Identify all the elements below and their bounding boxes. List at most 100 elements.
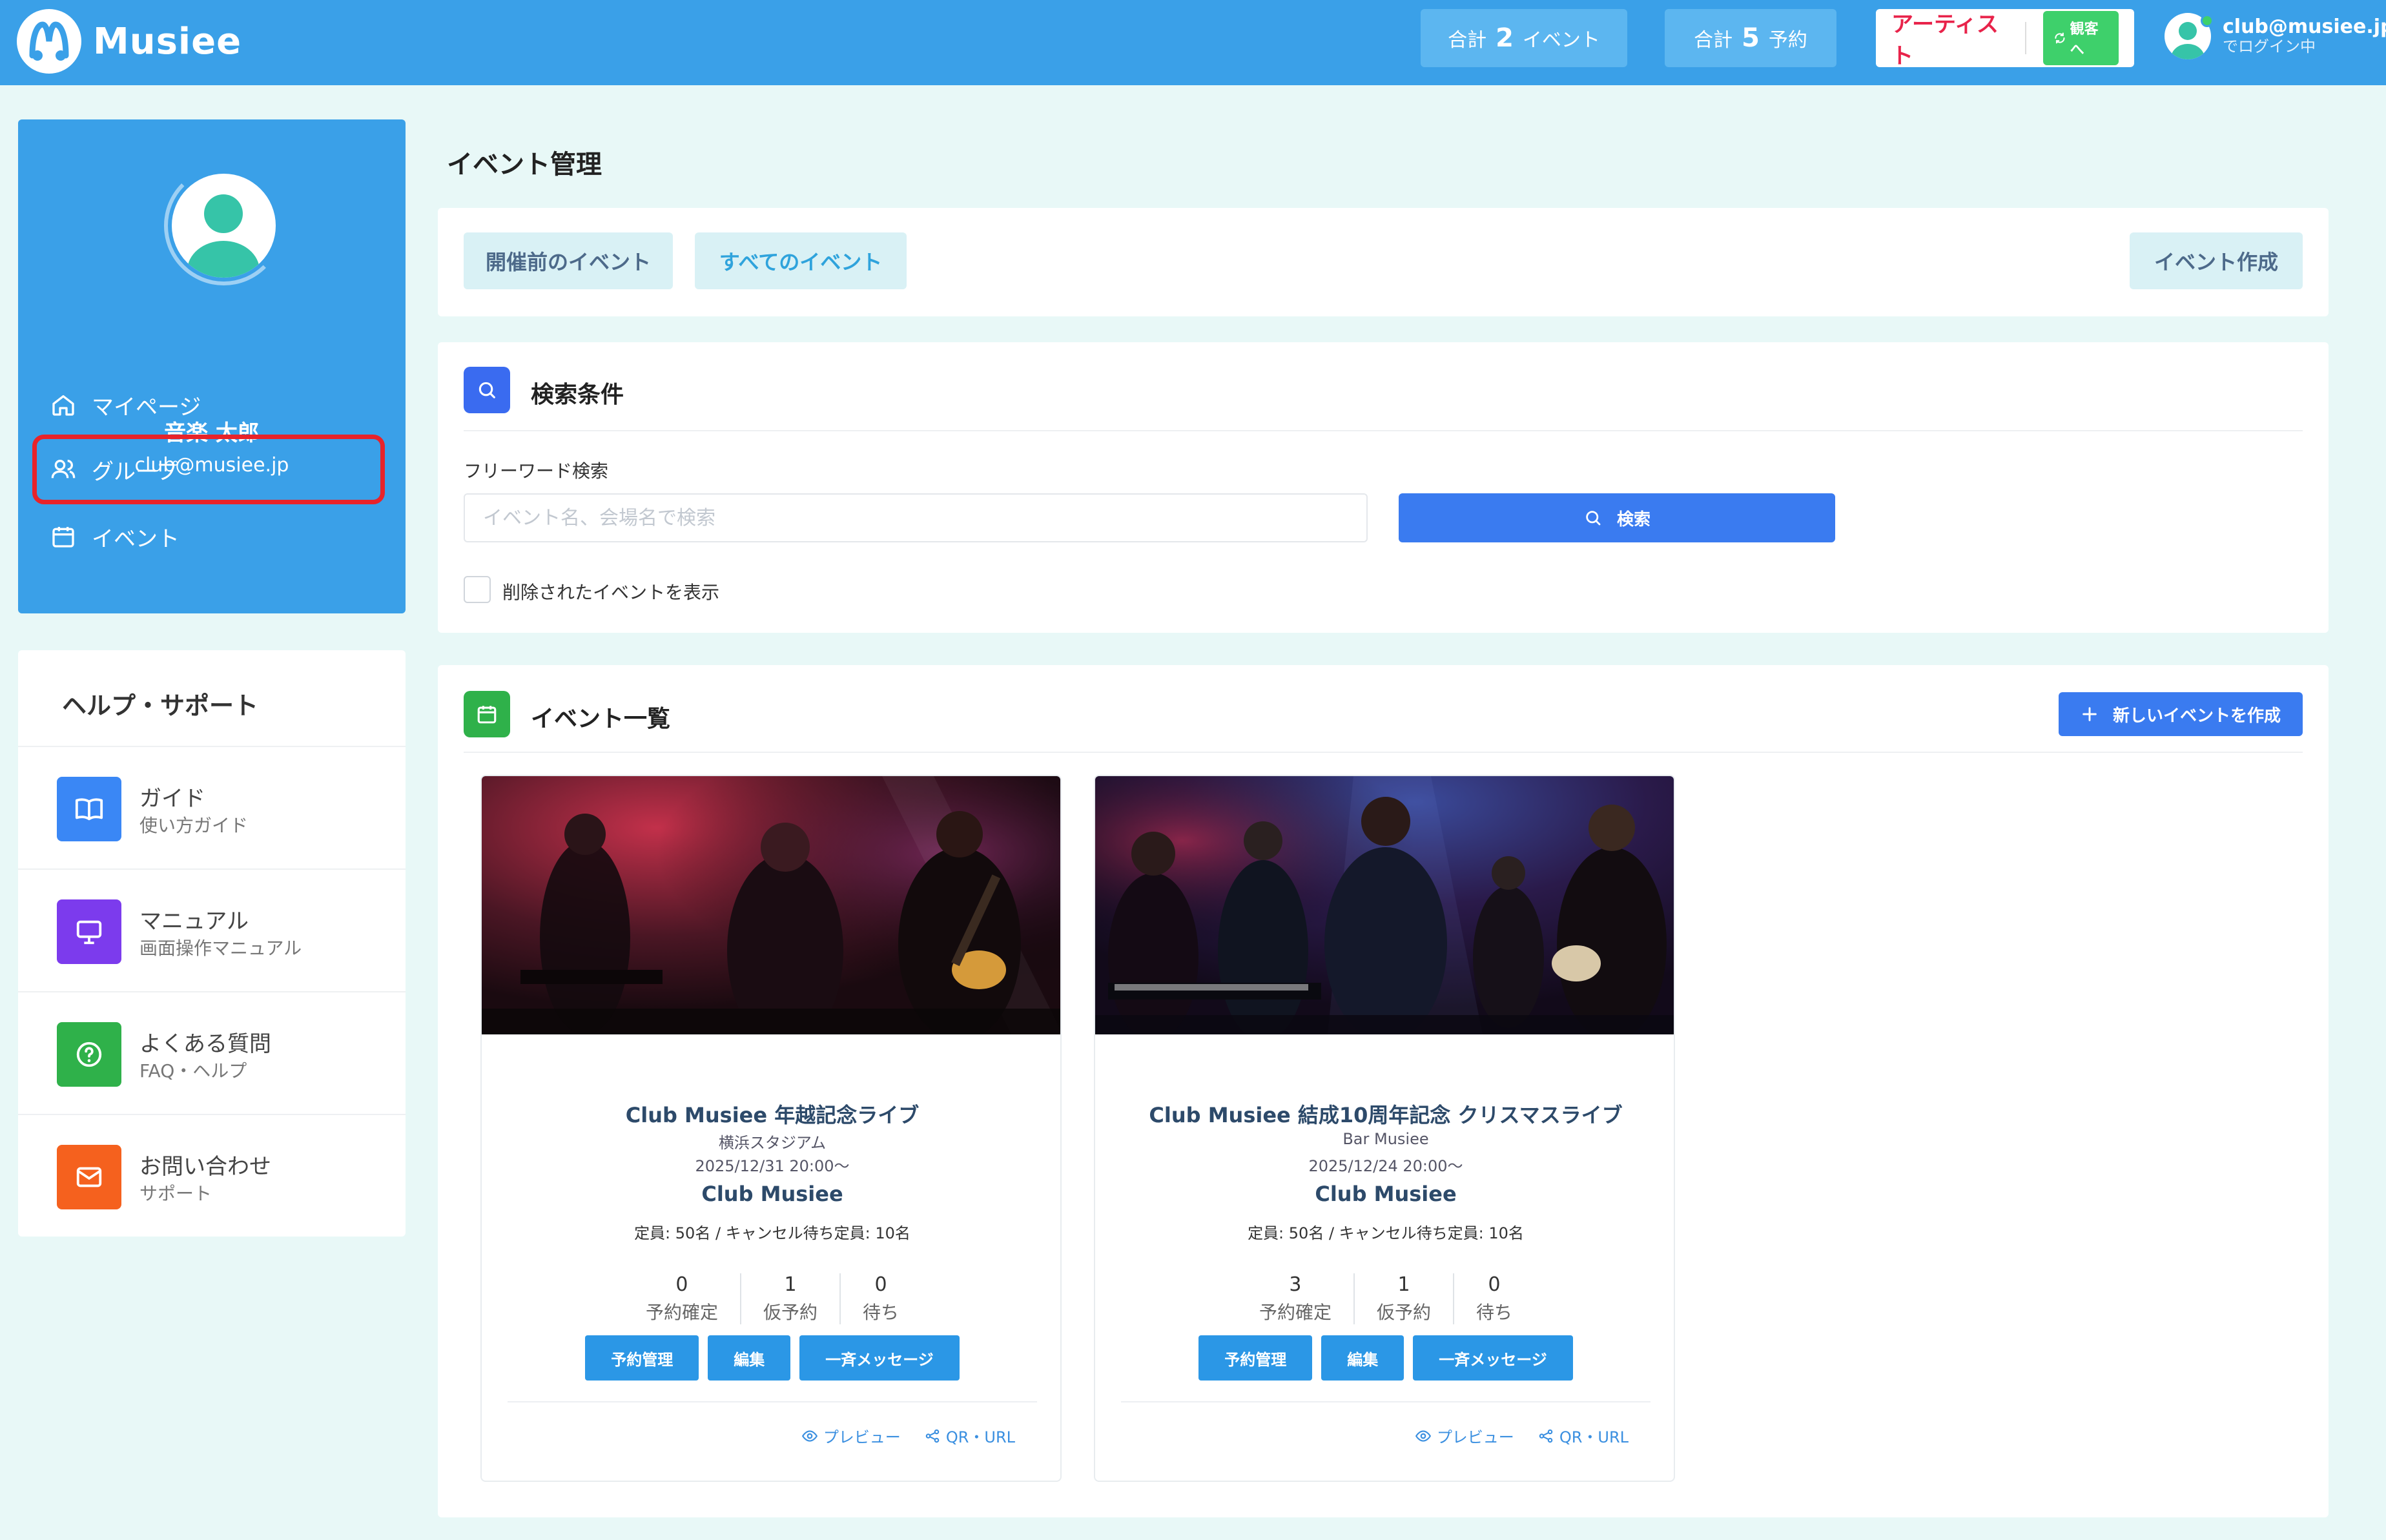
preview-link[interactable]: プレビュー xyxy=(801,1424,901,1447)
refresh-icon xyxy=(2055,32,2065,44)
help-label: よくある質問 xyxy=(139,1031,271,1057)
event-date: 2025/12/24 20:00〜 xyxy=(1308,1157,1463,1175)
section-divider xyxy=(464,430,2303,431)
help-sublabel: FAQ・ヘルプ xyxy=(139,1060,247,1082)
profile-avatar-icon xyxy=(172,174,276,278)
profile-avatar xyxy=(164,166,283,285)
event-links: プレビュー QR・URL xyxy=(1415,1424,1629,1447)
stat-label: 仮予約 xyxy=(763,1302,818,1323)
user-email: club@musiee.jp xyxy=(2223,15,2386,38)
stat-value: 5 xyxy=(1742,23,1760,53)
event-organizer: Club Musiee xyxy=(1315,1182,1457,1206)
stat-value: 0 xyxy=(675,1273,688,1296)
login-status: でログイン中 xyxy=(2223,37,2316,56)
stat-prefix: 合計 xyxy=(1448,29,1487,52)
event-capacity: 定員: 50名 / キャンセル待ち定員: 10名 xyxy=(1248,1224,1524,1242)
show-deleted-checkbox[interactable] xyxy=(464,576,491,603)
edit-button[interactable]: 編集 xyxy=(1321,1335,1404,1381)
nav-item-group[interactable]: グループ xyxy=(32,435,385,504)
event-photo-band xyxy=(1095,776,1674,1034)
new-event-label: 新しいイベントを作成 xyxy=(2112,706,2281,726)
stat-confirmed: 0 予約確定 xyxy=(624,1273,740,1324)
help-support-card: ヘルプ・サポート ガイド 使い方ガイド マニュアル 画面操作マニュアル よくある… xyxy=(18,650,406,1237)
stat-label: 予約確定 xyxy=(1259,1302,1332,1323)
stat-value: 1 xyxy=(784,1273,797,1296)
freeword-label: フリーワード検索 xyxy=(464,460,609,482)
stat-waiting: 0 待ち xyxy=(839,1273,921,1324)
eye-icon xyxy=(1415,1430,1431,1442)
stat-confirmed: 3 予約確定 xyxy=(1237,1273,1353,1324)
help-label: マニュアル xyxy=(139,909,249,934)
reservation-manage-button[interactable]: 予約管理 xyxy=(585,1335,699,1381)
nav-label: イベント xyxy=(92,526,180,552)
nav-item-mypage[interactable]: マイページ xyxy=(32,370,385,440)
qr-url-link[interactable]: QR・URL xyxy=(924,1424,1015,1447)
total-reservations-stat: 合計 5 予約 xyxy=(1665,9,1836,67)
tab-all-events[interactable]: すべてのイベント xyxy=(695,232,907,289)
stat-value: 3 xyxy=(1289,1273,1302,1296)
event-actions: 予約管理 編集 一斉メッセージ xyxy=(1095,1335,1674,1381)
profile-card: 音楽 太郎 club@musiee.jp マイページ グループ イベント xyxy=(18,119,406,613)
nav-label: マイページ xyxy=(92,394,201,420)
user-menu[interactable]: club@musiee.jp でログイン中 xyxy=(2165,13,2386,59)
book-icon xyxy=(57,777,121,841)
role-divider xyxy=(2025,22,2026,54)
event-capacity: 定員: 50名 / キャンセル待ち定員: 10名 xyxy=(634,1224,910,1242)
tab-upcoming-events[interactable]: 開催前のイベント xyxy=(464,232,673,289)
plus-icon xyxy=(2083,707,2097,721)
search-button[interactable]: 検索 xyxy=(1399,493,1835,542)
preview-link[interactable]: プレビュー xyxy=(1415,1424,1514,1447)
event-actions: 予約管理 編集 一斉メッセージ xyxy=(482,1335,1060,1381)
stat-waiting: 0 待ち xyxy=(1453,1273,1534,1324)
qr-url-label: QR・URL xyxy=(945,1428,1015,1446)
qr-url-link[interactable]: QR・URL xyxy=(1538,1424,1629,1447)
share-icon xyxy=(925,1429,940,1442)
calendar-icon xyxy=(464,691,510,737)
stat-provisional: 1 仮予約 xyxy=(1353,1273,1453,1324)
event-list-title: イベント一覧 xyxy=(531,706,671,732)
nav-label: グループ xyxy=(92,458,178,485)
help-item-guide[interactable]: ガイド 使い方ガイド xyxy=(18,746,406,868)
event-title: Club Musiee 結成10周年記念 クリスマスライブ xyxy=(1149,1103,1623,1127)
nav-item-event[interactable]: イベント xyxy=(32,502,385,571)
total-events-stat: 合計 2 イベント xyxy=(1421,9,1627,67)
stat-label: 仮予約 xyxy=(1376,1302,1431,1323)
help-sublabel: サポート xyxy=(139,1183,212,1204)
help-label: お問い合わせ xyxy=(139,1154,271,1180)
freeword-search-input[interactable] xyxy=(464,493,1368,542)
event-list-panel: イベント一覧 新しいイベントを作成 Club Musiee 年越記念ライブ 横浜… xyxy=(438,665,2329,1517)
help-item-faq[interactable]: よくある質問 FAQ・ヘルプ xyxy=(18,991,406,1114)
broadcast-message-button[interactable]: 一斉メッセージ xyxy=(799,1335,960,1381)
search-icon xyxy=(1586,511,1601,526)
section-divider xyxy=(464,752,2303,753)
calendar-icon xyxy=(52,527,74,548)
role-switcher: アーティスト 観客へ xyxy=(1876,9,2134,69)
switch-to-audience-button[interactable]: 観客へ xyxy=(2042,11,2119,65)
card-divider xyxy=(1121,1401,1651,1402)
stat-unit: イベント xyxy=(1522,29,1600,52)
stat-value: 1 xyxy=(1397,1273,1410,1296)
search-section-title: 検索条件 xyxy=(531,382,624,408)
online-status-dot xyxy=(2201,14,2214,27)
users-icon xyxy=(51,460,76,478)
user-info: club@musiee.jp でログイン中 xyxy=(2223,17,2386,56)
help-item-manual[interactable]: マニュアル 画面操作マニュアル xyxy=(18,868,406,991)
stat-unit: 予約 xyxy=(1768,29,1807,52)
help-item-contact[interactable]: お問い合わせ サポート xyxy=(18,1114,406,1237)
page-title: イベント管理 xyxy=(447,150,602,180)
event-links: プレビュー QR・URL xyxy=(801,1424,1015,1447)
card-divider xyxy=(508,1401,1037,1402)
create-event-button[interactable]: イベント作成 xyxy=(2130,232,2303,289)
edit-button[interactable]: 編集 xyxy=(708,1335,791,1381)
event-venue: 横浜スタジアム xyxy=(718,1134,827,1152)
event-date: 2025/12/31 20:00〜 xyxy=(695,1157,850,1175)
new-event-button[interactable]: 新しいイベントを作成 xyxy=(2059,692,2303,736)
brand-logo[interactable]: Musiee xyxy=(17,9,242,74)
event-card: Club Musiee 結成10周年記念 クリスマスライブ Bar Musiee… xyxy=(1094,775,1675,1482)
show-deleted-label: 削除されたイベントを表示 xyxy=(502,582,720,603)
preview-label: プレビュー xyxy=(823,1428,901,1446)
event-venue: Bar Musiee xyxy=(1342,1130,1429,1148)
help-label: ガイド xyxy=(139,786,205,812)
reservation-manage-button[interactable]: 予約管理 xyxy=(1198,1335,1313,1381)
broadcast-message-button[interactable]: 一斉メッセージ xyxy=(1413,1335,1573,1381)
